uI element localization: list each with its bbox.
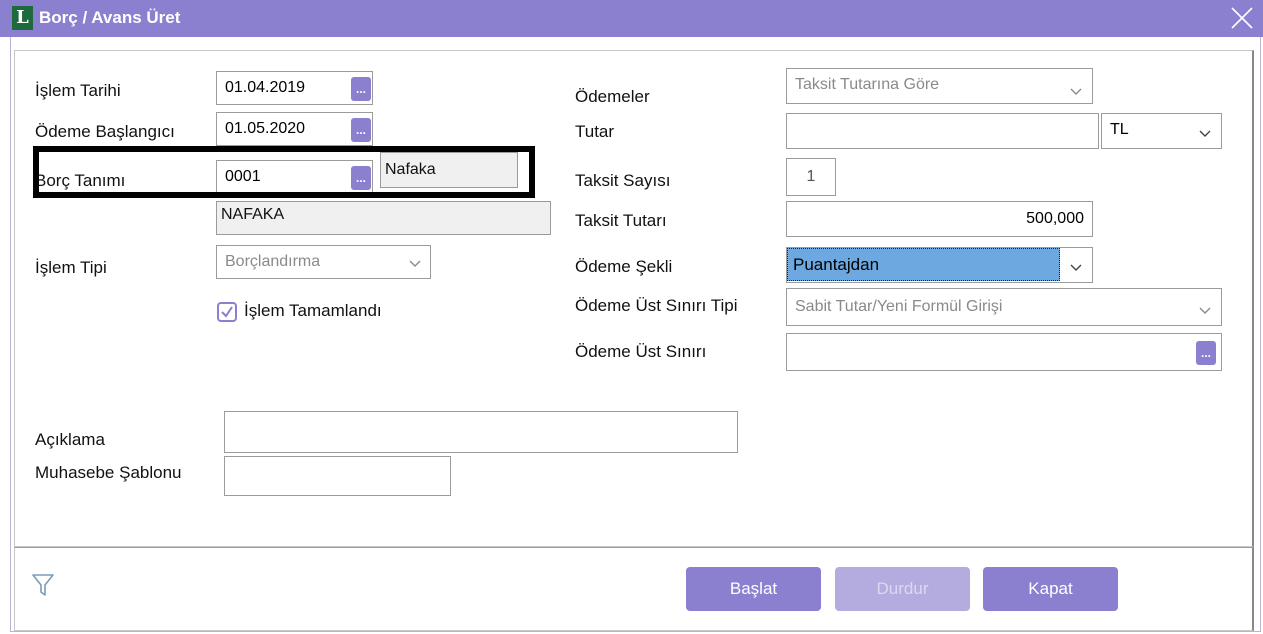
odeme-ust-siniri-tipi-value: Sabit Tutar/Yeni Formül Girişi [795,298,1003,315]
odeme-baslangici-picker-button[interactable]: ... [351,118,371,142]
muhasebe-sablonu-label: Muhasebe Şablonu [35,463,182,482]
islem-tarihi-field[interactable]: 01.04.2019 [216,71,373,105]
title-bar: L Borç / Avans Üret [0,0,1263,37]
chevron-down-icon [1198,128,1212,138]
taksit-tutari-value: 500,000 [1026,210,1084,227]
islem-tipi-select[interactable]: Borçlandırma [216,245,431,279]
filter-icon[interactable] [31,572,55,598]
odeme-ust-siniri-tipi-label: Ödeme Üst Sınırı Tipi [575,296,738,315]
odeme-ust-siniri-label: Ödeme Üst Sınırı [575,342,707,361]
odeme-sekli-label: Ödeme Şekli [575,257,673,276]
chevron-down-icon [1069,86,1083,96]
islem-tarihi-value: 01.04.2019 [225,79,306,96]
odeme-baslangici-field[interactable]: 01.05.2020 [216,112,373,146]
aciklama-input[interactable] [224,411,738,453]
odeme-ust-siniri-lookup-button[interactable]: ... [1196,341,1216,365]
odeme-ust-siniri-input[interactable] [786,333,1222,371]
odeme-baslangici-label: Ödeme Başlangıcı [35,122,175,141]
close-button[interactable]: Kapat [983,567,1118,611]
islem-tarihi-picker-button[interactable]: ... [351,77,371,101]
taksit-tutari-input[interactable]: 500,000 [786,201,1093,237]
islem-tarihi-label: İşlem Tarihi [35,81,121,100]
highlight-annotation [33,146,535,198]
odeme-ust-siniri-tipi-select[interactable]: Sabit Tutar/Yeni Formül Girişi [786,288,1222,326]
tutar-input[interactable] [786,113,1099,149]
app-logo: L [12,6,33,30]
taksit-sayisi-label: Taksit Sayısı [575,171,671,190]
chevron-down-icon [1069,262,1083,272]
borc-tanimi-description: NAFAKA [221,206,285,223]
aciklama-label: Açıklama [35,430,105,449]
tutar-label: Tutar [575,122,615,141]
odemeler-label: Ödemeler [575,87,650,106]
odeme-baslangici-value: 01.05.2020 [225,120,306,137]
islem-tipi-label: İşlem Tipi [35,258,107,277]
chevron-down-icon [1198,305,1212,315]
islem-tamamlandi-label: İşlem Tamamlandı [244,301,382,320]
currency-value: TL [1110,121,1129,138]
close-icon[interactable] [1229,5,1255,31]
islem-tamamlandi-checkbox[interactable] [217,302,237,322]
stop-button[interactable]: Durdur [835,567,970,611]
odemeler-value: Taksit Tutarına Göre [795,76,940,93]
start-button[interactable]: Başlat [686,567,821,611]
islem-tipi-value: Borçlandırma [225,253,321,270]
borc-tanimi-description-field: NAFAKA [216,201,551,235]
taksit-tutari-label: Taksit Tutarı [575,211,667,230]
muhasebe-sablonu-input[interactable] [224,456,451,496]
window-title: Borç / Avans Üret [39,8,181,27]
taksit-sayisi-input[interactable]: 1 [786,158,836,196]
odeme-sekli-value: Puantajdan [787,248,1060,281]
taksit-sayisi-value: 1 [806,168,816,185]
chevron-down-icon [408,258,422,268]
odemeler-select[interactable]: Taksit Tutarına Göre [786,68,1093,104]
